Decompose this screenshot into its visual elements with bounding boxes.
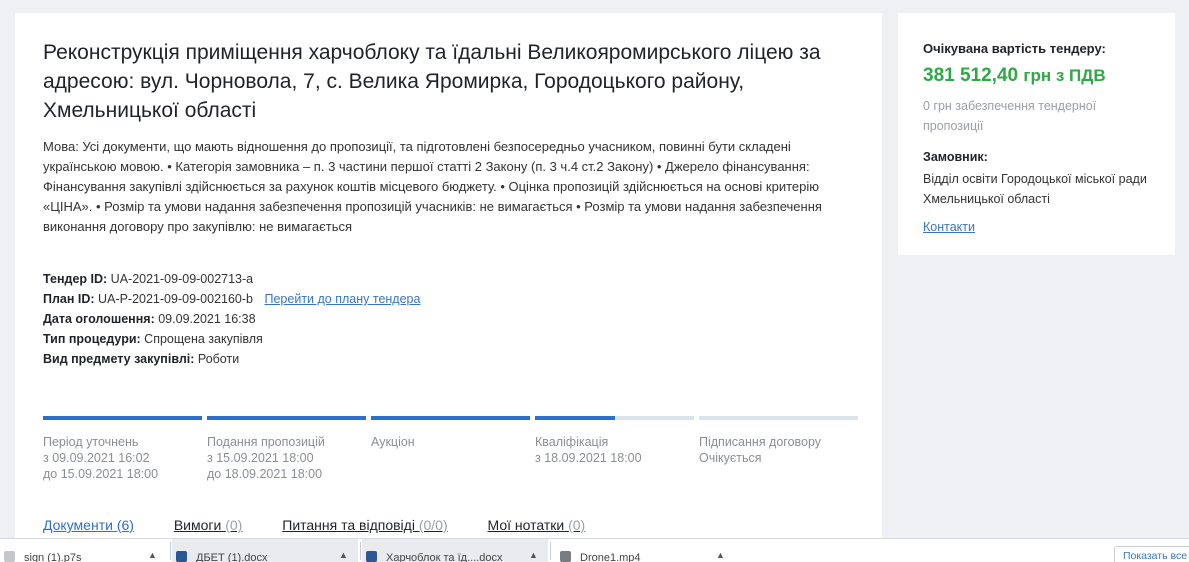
stage-name: Аукціон	[371, 435, 415, 449]
stage-name: Період уточнень	[43, 435, 139, 449]
stage-name: Кваліфікація	[535, 435, 609, 449]
subject-type-row: Вид предмету закупівлі: Роботи	[43, 349, 420, 369]
plan-id-row: План ID: UA-P-2021-09-09-002160-b Перейт…	[43, 289, 420, 309]
chevron-up-icon[interactable]: ▲	[529, 550, 538, 560]
tab-documents[interactable]: Документи (6)	[43, 517, 134, 533]
tender-info-list: Тендер ID: UA-2021-09-09-002713-a План I…	[43, 269, 420, 369]
subject-type-value: Роботи	[197, 352, 240, 366]
file-icon	[4, 551, 15, 562]
stage-start: з 09.09.2021 16:02	[43, 451, 150, 465]
stage-progress-fill	[207, 416, 366, 420]
expected-value-label: Очікувана вартість тендеру:	[923, 41, 1106, 56]
download-item[interactable]: Харчоблок та їд....docx ▲	[362, 539, 548, 562]
stage-auction: Аукціон	[371, 416, 530, 450]
stage-start: з 15.09.2021 18:00	[207, 451, 314, 465]
announce-date-label: Дата оголошення:	[43, 312, 155, 326]
download-item[interactable]: sign (1).p7s ▲	[0, 539, 168, 562]
word-doc-icon	[366, 551, 377, 562]
tab-label: Документи	[43, 517, 113, 533]
tender-summary-card: Очікувана вартість тендеру: 381 512,40 г…	[898, 13, 1175, 255]
tab-count: (0)	[225, 517, 243, 533]
chevron-up-icon[interactable]: ▲	[716, 550, 725, 560]
expected-value: 381 512,40 грн з ПДВ	[923, 65, 1106, 87]
tender-main-card: Реконструкція приміщення харчоблоку та ї…	[15, 13, 882, 553]
video-file-icon	[560, 551, 571, 562]
download-bar: sign (1).p7s ▲ ДБЕТ (1).docx ▲ Харчоблок…	[0, 538, 1189, 562]
show-all-downloads-button[interactable]: Показать все	[1114, 546, 1189, 562]
stage-progress-fill	[43, 416, 202, 420]
divider	[170, 542, 171, 560]
stage-end: до 15.09.2021 18:00	[43, 467, 159, 481]
stage-progress-fill	[535, 416, 615, 420]
stage-progress-bar	[43, 416, 202, 420]
stage-progress-bar	[371, 416, 530, 420]
go-to-plan-link[interactable]: Перейти до плану тендера	[265, 292, 421, 306]
word-doc-icon	[176, 551, 187, 562]
download-item[interactable]: ДБЕТ (1).docx ▲	[172, 539, 358, 562]
stage-progress-bar	[535, 416, 694, 420]
divider	[360, 542, 361, 560]
tab-count: (0/0)	[418, 517, 448, 533]
tender-id-label: Тендер ID:	[43, 272, 108, 286]
divider	[550, 542, 551, 560]
download-item[interactable]: Drone1.mp4 ▲	[556, 539, 736, 562]
stage-contract-signing: Підписання договору Очікується	[699, 416, 858, 466]
plan-id-label: План ID:	[43, 292, 95, 306]
stage-proposals: Подання пропозицій з 15.09.2021 18:00 до…	[207, 416, 366, 482]
customer-label: Замовник:	[923, 150, 988, 164]
tab-label: Вимоги	[173, 517, 222, 533]
tender-stages: Період уточнень з 09.09.2021 16:02 до 15…	[43, 416, 858, 486]
stage-progress-bar	[699, 416, 858, 420]
announce-date-value: 09.09.2021 16:38	[158, 312, 256, 326]
expected-value-amount: 381 512,40	[923, 65, 1019, 86]
stage-name: Підписання договору	[699, 435, 822, 449]
tab-requirements[interactable]: Вимоги (0)	[174, 517, 243, 533]
announce-date-row: Дата оголошення: 09.09.2021 16:38	[43, 309, 420, 329]
tender-guarantee: 0 грн забезпечення тендерної пропозиції	[923, 99, 1097, 133]
tab-count: (0)	[568, 517, 586, 533]
stage-status: Очікується	[699, 451, 762, 465]
tender-id-value: UA-2021-09-09-002713-a	[110, 272, 254, 286]
procedure-type-row: Тип процедури: Спрощена закупівля	[43, 329, 420, 349]
stage-qualification: Кваліфікація з 18.09.2021 18:00	[535, 416, 694, 466]
tab-count: (6)	[116, 517, 134, 533]
stage-clarifications: Період уточнень з 09.09.2021 16:02 до 15…	[43, 416, 202, 482]
chevron-up-icon[interactable]: ▲	[339, 550, 348, 560]
stage-progress-fill	[371, 416, 530, 420]
tab-label: Мої нотатки	[487, 517, 565, 533]
contacts-link[interactable]: Контакти	[923, 220, 975, 234]
procedure-type-label: Тип процедури:	[43, 332, 141, 346]
tender-description: Мова: Усі документи, що мають відношення…	[43, 139, 822, 234]
stage-progress-bar	[207, 416, 366, 420]
tab-questions-answers[interactable]: Питання та відповіді (0/0)	[282, 517, 447, 533]
plan-id-value: UA-P-2021-09-09-002160-b	[98, 292, 254, 306]
tab-label: Питання та відповіді	[282, 517, 415, 533]
tab-my-notes[interactable]: Мої нотатки (0)	[488, 517, 586, 533]
tender-tabs: Документи (6) Вимоги (0) Питання та відп…	[43, 517, 621, 533]
tender-title: Реконструкція приміщення харчоблоку та ї…	[43, 41, 821, 122]
procedure-type-value: Спрощена закупівля	[144, 332, 263, 346]
stage-end: до 18.09.2021 18:00	[207, 467, 323, 481]
tender-id-row: Тендер ID: UA-2021-09-09-002713-a	[43, 269, 420, 289]
stage-name: Подання пропозицій	[207, 435, 325, 449]
stage-start: з 18.09.2021 18:00	[535, 451, 642, 465]
subject-type-label: Вид предмету закупівлі:	[43, 352, 195, 366]
chevron-up-icon[interactable]: ▲	[148, 550, 157, 560]
expected-value-unit: грн з ПДВ	[1023, 66, 1106, 85]
customer-name: Відділ освіти Городоцької міської ради Х…	[923, 172, 1147, 206]
